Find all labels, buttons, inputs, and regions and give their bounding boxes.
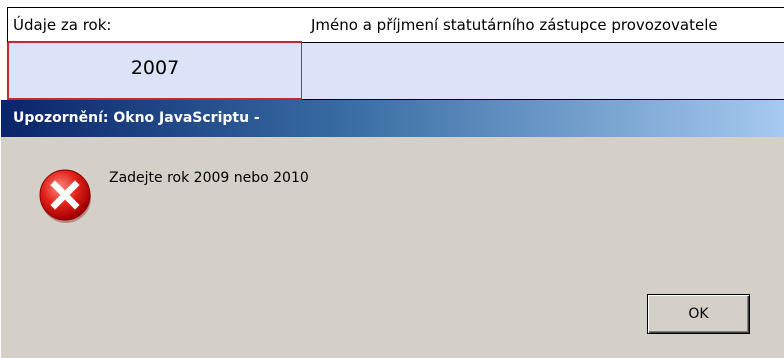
year-input[interactable]: 2007 [7,43,303,100]
dialog-titlebar[interactable]: Upozornění: Okno JavaScriptu - [1,100,784,137]
javascript-alert-dialog: Upozornění: Okno JavaScriptu - Zadejte r… [0,100,784,358]
form-table: Údaje za rok: Jméno a příjmení statutárn… [0,0,784,100]
dialog-title: Upozornění: Okno JavaScriptu - [13,110,260,126]
representative-name-header: Jméno a příjmení statutárního zástupce p… [302,7,784,43]
dialog-message: Zadejte rok 2009 nebo 2010 [109,170,309,186]
representative-name-input[interactable] [302,43,784,100]
ok-button[interactable]: OK [647,294,750,334]
error-icon [38,168,94,224]
year-header: Údaje za rok: [7,7,303,43]
